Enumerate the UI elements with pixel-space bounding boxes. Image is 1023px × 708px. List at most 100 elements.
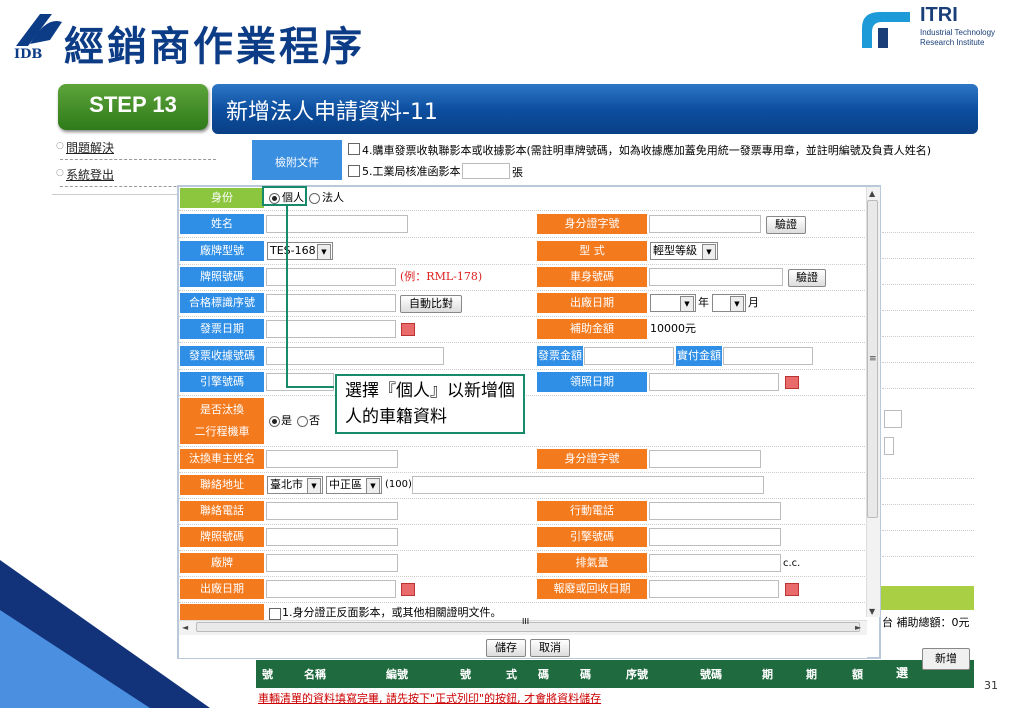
name-label: 姓名 (180, 214, 264, 234)
identity-label: 身份 (180, 188, 264, 208)
id-copy-label-cell (180, 604, 264, 620)
bg-add-button[interactable]: 新增 (922, 648, 970, 670)
old-factory-date-input[interactable] (266, 580, 396, 598)
district-value: 中正區 (329, 478, 362, 491)
save-button[interactable]: 儲存 (486, 639, 526, 657)
idb-logo-text: IDB (14, 47, 43, 62)
old-factory-date-label: 出廠日期 (180, 579, 264, 599)
scrap-date-input[interactable] (649, 580, 779, 598)
calendar-icon[interactable] (401, 323, 415, 336)
district-select[interactable]: 中正區 ▼ (326, 476, 382, 494)
month-select[interactable]: ▼ (712, 294, 746, 312)
bg-select-all-label: 全 (900, 642, 913, 656)
auto-compare-button[interactable]: 自動比對 (400, 295, 462, 313)
radio-replace-yes[interactable] (269, 416, 280, 427)
mobile-input[interactable] (649, 502, 781, 520)
bg-check-4[interactable] (348, 143, 360, 155)
bg-table-header (256, 660, 974, 688)
row-divider (179, 472, 865, 473)
verify-id-button[interactable]: 驗證 (766, 216, 806, 234)
radio-replace-no-label: 否 (309, 414, 320, 427)
radio-replace-yes-label: 是 (281, 414, 292, 427)
year-select[interactable]: ▼ (650, 294, 696, 312)
scroll-left-icon[interactable]: ◄ (182, 623, 188, 632)
type-select[interactable]: 輕型等級 ▼ (650, 242, 718, 260)
bg-th: 式 (506, 668, 517, 681)
city-value: 臺北市 (270, 478, 303, 491)
bg-select-all-checkbox[interactable] (888, 642, 900, 654)
bg-check-5[interactable] (348, 165, 360, 177)
scroll-down-icon[interactable]: ▼ (869, 607, 875, 616)
calendar-icon[interactable] (785, 376, 799, 389)
bullet-icon: ○ (56, 168, 64, 178)
bg-th: 額 (852, 668, 863, 681)
bg-input[interactable] (884, 410, 902, 428)
radio-replace-no[interactable] (297, 416, 308, 427)
slide-title: 經銷商作業程序 (64, 23, 365, 70)
bg-th: 號碼 (700, 668, 722, 681)
old-engine-input[interactable] (649, 528, 781, 546)
old-brand-label: 廠牌 (180, 553, 264, 573)
bg-divider (882, 232, 974, 233)
cancel-button[interactable]: 取消 (530, 639, 570, 657)
license-date-input[interactable] (649, 373, 779, 391)
callout-leader (286, 386, 334, 388)
row-divider (179, 316, 865, 317)
calendar-icon[interactable] (785, 583, 799, 596)
scroll-grip-icon: ≡ (869, 354, 877, 364)
id-input[interactable] (649, 215, 761, 233)
old-owner-label: 汰換車主姓名 (180, 449, 264, 469)
bg-th: 名稱 (304, 668, 326, 681)
bg-input[interactable] (884, 437, 894, 455)
brand-model-select[interactable]: TES-168 ▼ (267, 242, 333, 260)
paid-amount-label: 實付金額 (676, 346, 722, 366)
city-select[interactable]: 臺北市 ▼ (267, 476, 323, 494)
address-input[interactable] (412, 476, 764, 494)
brand-model-value: TES-168 (270, 244, 316, 257)
scroll-up-icon[interactable]: ▲ (869, 189, 875, 198)
calendar-icon[interactable] (401, 583, 415, 596)
old-owner-id-input[interactable] (649, 450, 761, 468)
bg-count-input[interactable] (462, 163, 510, 179)
bg-divider (882, 388, 974, 389)
plate-label: 牌照號碼 (180, 267, 264, 287)
menu-item-logout[interactable]: 系統登出 (66, 166, 114, 183)
old-owner-id-label: 身分證字號 (537, 449, 647, 469)
step-label: STEP 13 (89, 92, 177, 117)
month-unit: 月 (748, 296, 759, 309)
row-divider (179, 369, 865, 370)
subsidy-value: 10000元 (650, 322, 696, 335)
row-divider (179, 342, 865, 343)
chevron-down-icon: ▼ (366, 478, 380, 494)
scroll-right-icon[interactable]: ► (855, 623, 861, 632)
old-owner-input[interactable] (266, 450, 398, 468)
replace-label-2: 二行程機車 (194, 425, 250, 438)
invoice-amount-input[interactable] (584, 347, 674, 365)
radio-corporate-label: 法人 (322, 191, 344, 204)
engine-input[interactable] (266, 373, 334, 391)
chevron-down-icon: ▼ (317, 244, 331, 260)
body-no-input[interactable] (649, 268, 783, 286)
radio-corporate[interactable] (309, 193, 320, 204)
bg-divider (882, 310, 974, 311)
paid-amount-input[interactable] (723, 347, 813, 365)
menu-item-problem-solving[interactable]: 問題解決 (66, 139, 114, 156)
row-divider (179, 264, 865, 265)
type-label: 型 式 (537, 241, 647, 261)
phone-input[interactable] (266, 502, 398, 520)
phone-label: 聯絡電話 (180, 501, 264, 521)
page-number: 31 (984, 679, 998, 692)
old-brand-input[interactable] (266, 554, 398, 572)
bg-count-unit: 張 (512, 166, 523, 179)
factory-date-label: 出廠日期 (537, 293, 647, 313)
verify-body-button[interactable]: 驗證 (788, 269, 826, 287)
displacement-input[interactable] (649, 554, 781, 572)
callout-text: 選擇『個人』以新增個人的車籍資料 (345, 381, 515, 427)
invoice-no-input[interactable] (266, 347, 444, 365)
id-copy-checkbox[interactable] (269, 608, 281, 620)
old-plate-input[interactable] (266, 528, 398, 546)
bg-check-4-label: 4.購車發票收執聯影本或收據影本(需註明車牌號碼，如為收據應加蓋免用統一發票專用… (362, 144, 932, 157)
bg-divider (882, 556, 974, 557)
brand-model-label: 廠牌型號 (180, 241, 264, 261)
row-divider (179, 290, 865, 291)
